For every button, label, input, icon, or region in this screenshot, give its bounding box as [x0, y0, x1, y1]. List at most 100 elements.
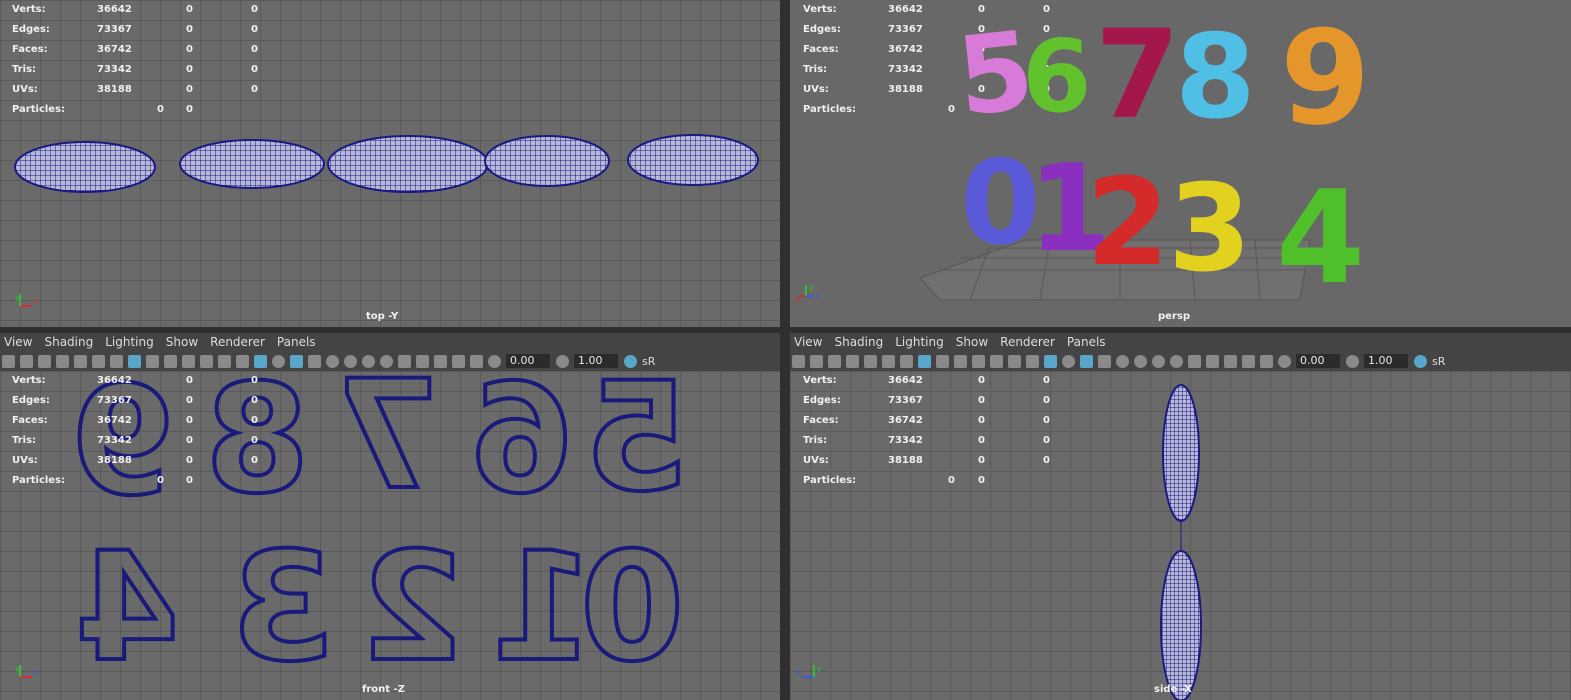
wireframe-icon[interactable]: [254, 354, 267, 368]
menu-view[interactable]: View: [794, 333, 822, 351]
axis-gizmo-persp: x y z: [796, 283, 820, 302]
ambient-occlusion-icon[interactable]: [362, 354, 375, 368]
multisample-icon[interactable]: [398, 354, 411, 368]
safe-title-icon[interactable]: [1026, 354, 1039, 368]
gate-mask-icon[interactable]: [182, 354, 195, 368]
grid-toggle-icon[interactable]: [918, 354, 931, 368]
camera-select-icon[interactable]: [792, 354, 805, 368]
viewport-divider-vertical[interactable]: [780, 0, 790, 700]
xray-joints-icon[interactable]: [92, 354, 105, 368]
menu-renderer[interactable]: Renderer: [1000, 333, 1055, 351]
viewport-side[interactable]: Verts: 36642 0 0 Edges: 73367 0 0 Faces: 36742 0…: [790, 371, 1571, 700]
lights-icon[interactable]: [1116, 354, 1129, 368]
resolution-gate-icon[interactable]: [954, 354, 967, 368]
gamma-field[interactable]: 1.00: [1364, 354, 1408, 368]
safe-title-icon[interactable]: [236, 354, 249, 368]
isolate-select-icon[interactable]: [434, 354, 447, 368]
color-management-icon[interactable]: [624, 354, 637, 368]
shadows-icon[interactable]: [344, 354, 357, 368]
gate-mask-icon[interactable]: [972, 354, 985, 368]
top-view-meshes: [14, 134, 759, 193]
menu-show[interactable]: Show: [956, 333, 988, 351]
smooth-shade-icon[interactable]: [1062, 354, 1075, 368]
grease-pencil-icon[interactable]: [864, 354, 877, 368]
gamma-icon[interactable]: [1346, 354, 1359, 368]
menu-shading[interactable]: Shading: [834, 333, 883, 351]
exposure-icon[interactable]: [488, 354, 501, 368]
image-plane-icon[interactable]: [56, 354, 69, 368]
digit-6: 6: [1022, 18, 1092, 135]
xray-active-icon[interactable]: [470, 354, 483, 368]
svg-text:y: y: [809, 283, 814, 292]
svg-text:z: z: [816, 292, 820, 301]
depth-of-field-icon[interactable]: [1206, 354, 1219, 368]
wireframe-on-shaded-icon[interactable]: [290, 354, 303, 368]
grid-toggle-icon[interactable]: [128, 354, 141, 368]
camera-attr-icon[interactable]: [20, 354, 33, 368]
exposure-field[interactable]: 0.00: [1296, 354, 1340, 368]
digit-8: 8: [1175, 10, 1256, 145]
panel-iconbar-front: 0.00 1.00 sR: [0, 351, 780, 371]
viewport-label-top: top -Y: [366, 311, 399, 322]
field-chart-icon[interactable]: [200, 354, 213, 368]
multisample-icon[interactable]: [1188, 354, 1201, 368]
menu-panels[interactable]: Panels: [1067, 333, 1106, 351]
gamma-icon[interactable]: [556, 354, 569, 368]
menu-renderer[interactable]: Renderer: [210, 333, 265, 351]
grease-pencil-icon[interactable]: [74, 354, 87, 368]
bookmark-icon[interactable]: [38, 354, 51, 368]
lights-icon[interactable]: [326, 354, 339, 368]
wire-digit-1: 1: [488, 519, 596, 697]
xray-active-icon[interactable]: [1260, 354, 1273, 368]
wireframe-on-shaded-icon[interactable]: [1080, 354, 1093, 368]
shadows-icon[interactable]: [1134, 354, 1147, 368]
ambient-occlusion-icon[interactable]: [1152, 354, 1165, 368]
safe-action-icon[interactable]: [218, 354, 231, 368]
bookmark-icon[interactable]: [828, 354, 841, 368]
xray-joints-icon[interactable]: [882, 354, 895, 368]
viewport-label-side: side -X: [1154, 684, 1192, 695]
svg-text:x: x: [796, 295, 801, 302]
gamma-field[interactable]: 1.00: [574, 354, 618, 368]
image-plane-icon[interactable]: [846, 354, 859, 368]
depth-of-field-icon[interactable]: [416, 354, 429, 368]
panel-front: View Shading Lighting Show Renderer Pane…: [0, 333, 780, 700]
pan-zoom-icon[interactable]: [110, 354, 123, 368]
menu-show[interactable]: Show: [166, 333, 198, 351]
motion-blur-icon[interactable]: [1170, 354, 1183, 368]
wire-digit-3: 3: [228, 519, 336, 697]
exposure-icon[interactable]: [1278, 354, 1291, 368]
camera-attr-icon[interactable]: [810, 354, 823, 368]
resolution-gate-icon[interactable]: [164, 354, 177, 368]
xray-icon[interactable]: [452, 354, 465, 368]
color-management-icon[interactable]: [1414, 354, 1427, 368]
menu-lighting[interactable]: Lighting: [105, 333, 154, 351]
pan-zoom-icon[interactable]: [900, 354, 913, 368]
viewport-top[interactable]: Verts: 36642 0 0 Edges: 73367 0 0 Faces: 36742 0…: [0, 0, 780, 327]
menu-lighting[interactable]: Lighting: [895, 333, 944, 351]
exposure-field[interactable]: 0.00: [506, 354, 550, 368]
viewport-persp[interactable]: Verts: 36642 0 0 Edges: 73367 0 0 Faces: 36742 0…: [790, 0, 1571, 327]
smooth-shade-icon[interactable]: [272, 354, 285, 368]
camera-select-icon[interactable]: [2, 354, 15, 368]
digit-4: 4: [1276, 164, 1366, 313]
isolate-select-icon[interactable]: [1224, 354, 1237, 368]
field-chart-icon[interactable]: [990, 354, 1003, 368]
wireframe-icon[interactable]: [1044, 354, 1057, 368]
xray-icon[interactable]: [1242, 354, 1255, 368]
viewport-front[interactable]: 9 8 7 6 5 4 3 2 1 0 Verts: 36642 0 0 Edges:…: [0, 371, 780, 700]
axis-gizmo-front: z y: [15, 664, 38, 678]
safe-action-icon[interactable]: [1008, 354, 1021, 368]
menu-view[interactable]: View: [4, 333, 32, 351]
wire-digit-0: 0: [578, 519, 686, 697]
textured-icon[interactable]: [308, 354, 321, 368]
motion-blur-icon[interactable]: [380, 354, 393, 368]
panel-toolbar-side: View Shading Lighting Show Renderer Pane…: [790, 333, 1571, 371]
menu-panels[interactable]: Panels: [277, 333, 316, 351]
menu-shading[interactable]: Shading: [44, 333, 93, 351]
film-gate-icon[interactable]: [936, 354, 949, 368]
digit-2: 2: [1086, 154, 1170, 293]
textured-icon[interactable]: [1098, 354, 1111, 368]
film-gate-icon[interactable]: [146, 354, 159, 368]
wire-digit-5: 5: [583, 371, 691, 527]
